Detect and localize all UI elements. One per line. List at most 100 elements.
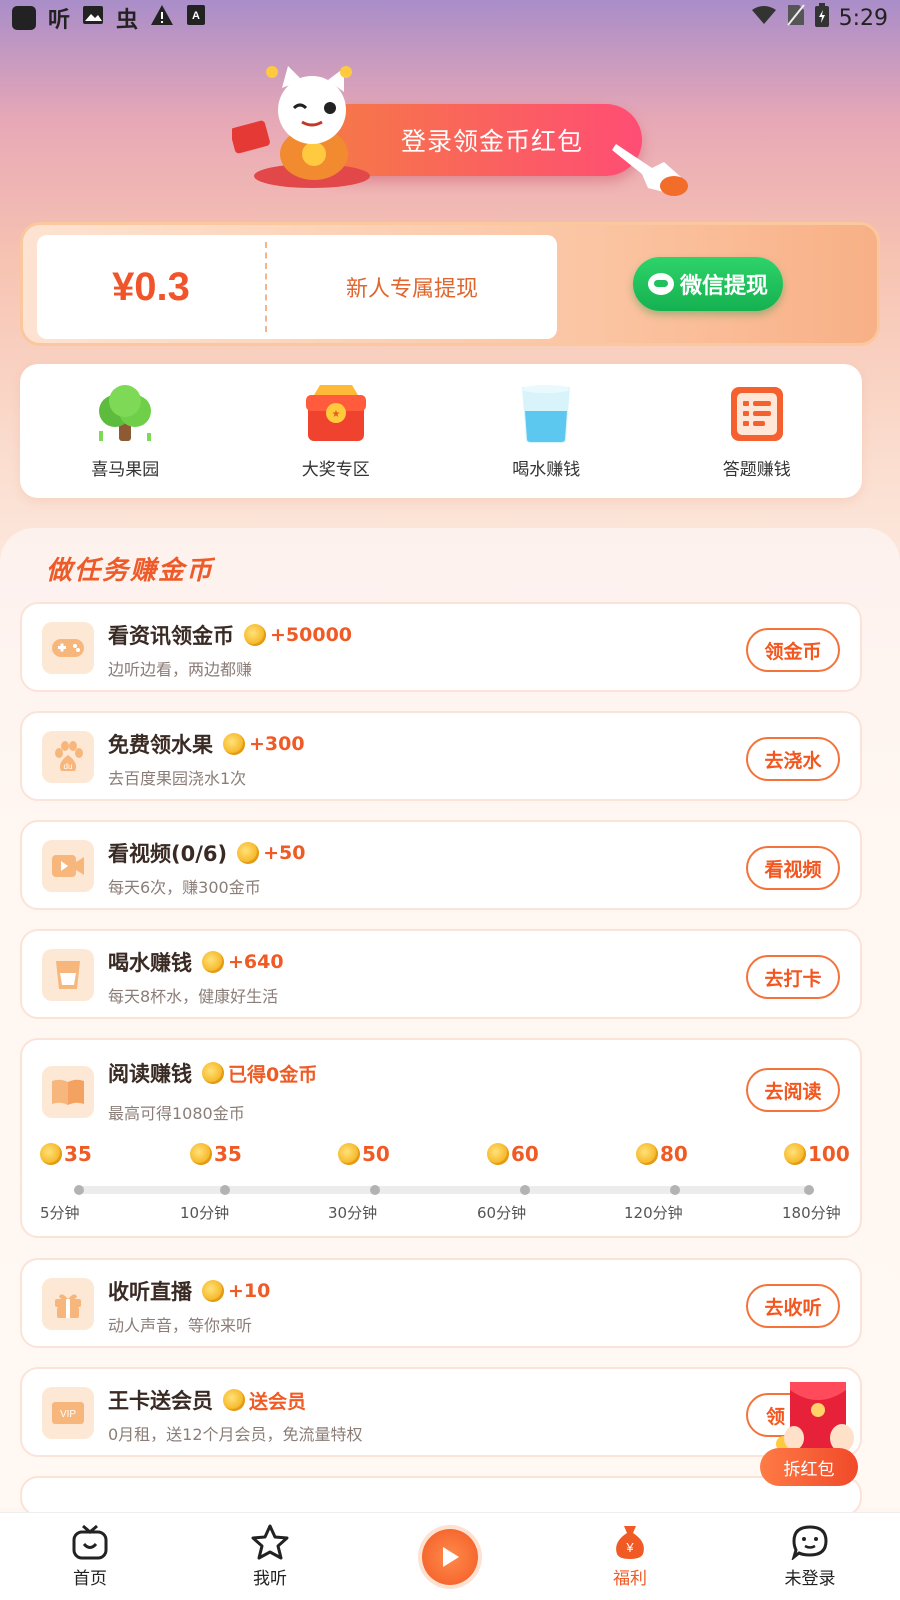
task-reading-name: 阅读赚钱 [108, 1062, 192, 1086]
milestone-time: 30分钟 [328, 1204, 378, 1222]
milestone-coins: 60 [511, 1142, 539, 1166]
task-fruit-title: 免费领水果 +300 [108, 729, 305, 759]
font-icon: A [186, 4, 206, 32]
baidu-paw-icon: du [42, 731, 94, 783]
task-water-reward-value: +640 [228, 951, 284, 973]
task-fruit-button[interactable]: 去浇水 [746, 737, 840, 781]
app-square-icon [12, 6, 36, 30]
task-reading: 阅读赚钱 已得0金币 最高可得1080金币 去阅读 35 35 50 60 80… [20, 1038, 862, 1238]
wifi-icon [751, 5, 777, 31]
withdraw-description: 新人专属提现 [345, 277, 478, 302]
svg-text:★: ★ [331, 409, 340, 420]
feature-drink-water[interactable]: 喝水赚钱 [466, 383, 626, 480]
feature-orchard[interactable]: 喜马果园 [45, 383, 205, 480]
tasks-panel: 做任务赚金币 看资讯领金币 +50000 边听边看，两边都赚 领金币 du 免费… [0, 528, 900, 1516]
progress-dot [670, 1185, 680, 1195]
status-time: 5:29 [838, 5, 888, 31]
wechat-icon [647, 273, 674, 295]
milestone-time: 5分钟 [40, 1204, 80, 1222]
coin-icon [338, 1143, 360, 1165]
svg-text:du: du [64, 762, 73, 771]
milestone-reward: 35 [40, 1142, 92, 1166]
feature-grand-prize[interactable]: ★ 大奖专区 [256, 383, 416, 480]
milestone-reward: 100 [784, 1142, 850, 1166]
milestone-reward: 60 [487, 1142, 539, 1166]
coin-icon [223, 1389, 245, 1411]
task-video-button[interactable]: 看视频 [746, 846, 840, 890]
coin-icon [487, 1143, 509, 1165]
nav-welfare[interactable]: ¥ 福利 [570, 1524, 690, 1589]
coin-icon [237, 842, 260, 864]
task-vip-name: 王卡送会员 [108, 1389, 213, 1413]
battery-icon [814, 3, 829, 33]
coin-icon [202, 1062, 224, 1084]
nav-welfare-label: 福利 [613, 1569, 647, 1589]
task-fruit-subtitle: 去百度果园浇水1次 [108, 769, 247, 788]
coin-icon [244, 624, 266, 646]
milestone-reward: 50 [338, 1142, 390, 1166]
milestone-reward: 80 [636, 1142, 688, 1166]
progress-dot [520, 1185, 530, 1195]
water-glass-icon [522, 384, 571, 443]
task-video: 看视频(0/6) +50 每天6次，赚300金币 看视频 [20, 820, 862, 910]
svg-text:¥: ¥ [625, 1540, 634, 1555]
coin-icon [784, 1143, 806, 1165]
task-reading-button[interactable]: 去阅读 [746, 1068, 840, 1112]
task-fruit-reward: +300 [223, 733, 305, 755]
coin-icon [40, 1143, 62, 1165]
task-reading-title: 阅读赚钱 已得0金币 [108, 1058, 317, 1088]
task-video-name: 看视频(0/6) [108, 842, 228, 866]
milestone-coins: 50 [362, 1142, 390, 1166]
newbie-withdraw-card: ¥0.3 新人专属提现 微信提现 [20, 222, 880, 346]
nav-listen-label: 我听 [253, 1569, 287, 1589]
task-video-reward: +50 [237, 842, 305, 864]
coin-icon [223, 733, 245, 755]
nav-home[interactable]: 首页 [30, 1524, 150, 1589]
nav-player[interactable] [390, 1528, 510, 1585]
coin-icon [202, 951, 224, 973]
task-reading-reward-value: 已得0金币 [228, 1063, 318, 1086]
nav-profile[interactable]: 未登录 [750, 1524, 870, 1589]
task-water-button[interactable]: 去打卡 [746, 955, 840, 999]
reading-progress-track [74, 1185, 814, 1195]
wechat-withdraw-button[interactable]: 微信提现 [633, 257, 783, 311]
task-water-name: 喝水赚钱 [108, 951, 192, 975]
vip-icon: VIP [42, 1387, 94, 1439]
task-live-name: 收听直播 [108, 1280, 192, 1304]
task-news-title: 看资讯领金币 +50000 [108, 620, 352, 650]
task-live-subtitle: 动人声音，等你来听 [108, 1316, 253, 1335]
pointing-hand-icon [612, 144, 688, 196]
task-fruit: du 免费领水果 +300 去百度果园浇水1次 去浇水 [20, 711, 862, 801]
tv-home-icon [72, 1524, 108, 1560]
milestone-time: 60分钟 [477, 1204, 527, 1222]
star-icon [251, 1524, 289, 1560]
login-reward-banner[interactable]: 登录领金币红包 [232, 58, 692, 198]
feature-grid: 喜马果园 ★ 大奖专区 喝水赚钱 答题赚钱 [20, 364, 862, 498]
video-icon [42, 840, 94, 892]
milestone-time: 120分钟 [624, 1204, 683, 1222]
task-water: 喝水赚钱 +640 每天8杯水，健康好生活 去打卡 [20, 929, 862, 1019]
progress-dot [220, 1185, 230, 1195]
task-live-reward: +10 [202, 1280, 270, 1302]
task-news-name: 看资讯领金币 [108, 624, 234, 648]
nav-listen[interactable]: 我听 [210, 1524, 330, 1589]
milestone-coins: 35 [214, 1142, 242, 1166]
task-vip: VIP 王卡送会员 送会员 0月租，送12个月会员，免流量特权 领 [20, 1367, 862, 1457]
task-news-button[interactable]: 领金币 [746, 628, 840, 672]
coin-icon [190, 1143, 212, 1165]
nav-home-label: 首页 [73, 1569, 107, 1589]
task-reading-reward: 已得0金币 [202, 1060, 317, 1087]
feature-quiz[interactable]: 答题赚钱 [677, 383, 837, 480]
play-icon[interactable] [422, 1528, 478, 1585]
tasks-section-title: 做任务赚金币 [46, 556, 215, 586]
open-red-packet-button[interactable]: 拆红包 [760, 1448, 858, 1486]
status-bar-left: 听 虫 A [12, 2, 206, 34]
task-reading-subtitle: 最高可得1080金币 [108, 1104, 245, 1123]
lucky-cat-icon [232, 66, 370, 188]
milestone-reward: 35 [190, 1142, 242, 1166]
milestone-coins: 100 [808, 1142, 850, 1166]
task-live-button[interactable]: 去收听 [746, 1284, 840, 1328]
progress-dot [370, 1185, 380, 1195]
status-bar: 听 虫 A 5:29 [0, 0, 900, 36]
gift-icon [42, 1278, 94, 1330]
